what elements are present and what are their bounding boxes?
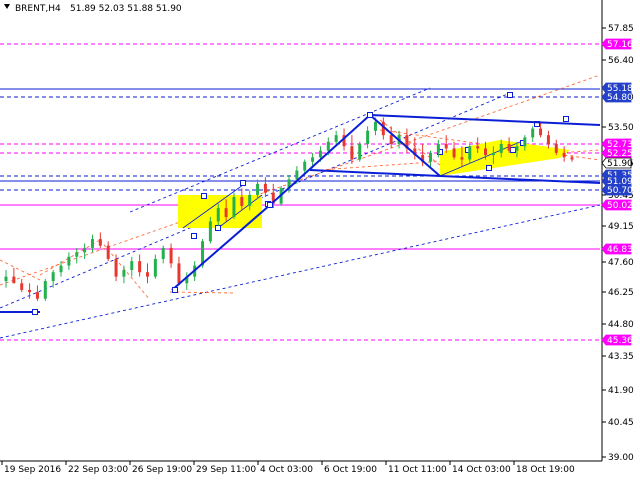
price-tag-label: 52.25 [607,149,633,159]
candle [43,278,47,301]
y-tick-label: 47.60 [608,258,634,268]
price-chart[interactable]: BRENT,H4 51.89 52.03 51.88 51.90 57.85 56… [0,0,640,480]
x-tick-label: 29 Sep 11:00 [196,465,256,475]
price-tag: 51.90 [601,157,633,169]
wave-marker [267,202,273,208]
y-tick-label: 41.90 [608,386,634,396]
price-tag: 54.80 [601,91,633,103]
price-tag-label: 45.36 [607,336,633,346]
y-tick-label: 49.15 [608,222,634,232]
price-tag-label: 57.16 [607,40,633,50]
price-tag: 52.25 [601,147,633,159]
candle [358,141,362,162]
y-tick-label: 53.50 [608,123,634,133]
y-tick-label: 57.85 [608,24,634,34]
wave-marker [510,147,516,153]
price-tag: 50.02 [601,199,633,211]
wave-marker [240,180,246,186]
wave-marker [563,116,569,122]
price-tag: 46.83 [601,243,633,255]
wave-marker [32,309,38,315]
y-tick-label: 46.25 [608,288,634,298]
x-tick-label: 6 Oct 19:00 [324,465,377,475]
y-tick-label: 40.45 [608,418,634,428]
ohlc-values: 51.89 52.03 51.88 51.90 [70,4,182,14]
y-tick-label: 43.35 [608,352,634,362]
wave-marker [201,193,207,199]
wave-marker [367,112,373,118]
wave-marker [172,287,178,293]
price-tag: 45.36 [601,334,633,346]
x-tick-label: 4 Oct 03:00 [260,465,313,475]
wave-marker [486,165,492,171]
wave-marker [191,233,197,239]
y-tick-label: 39.00 [608,453,634,463]
x-tick-label: 19 Sep 2016 [4,465,61,475]
wave-marker [215,225,221,231]
price-tag-label: 46.83 [607,245,633,255]
wave-marker [507,92,513,98]
y-tick-label: 56.40 [608,56,634,66]
price-tag: 50.70 [601,184,633,196]
price-tag: 57.16 [601,38,633,50]
symbol-label: BRENT,H4 [15,4,61,14]
x-tick-label: 26 Sep 19:00 [132,465,192,475]
price-tag-label: 50.70 [607,186,633,196]
x-tick-label: 14 Oct 03:00 [452,465,511,475]
price-tag-label: 54.80 [607,93,633,103]
chart-background [0,0,640,480]
x-tick-label: 11 Oct 11:00 [388,465,447,475]
price-tag-label: 50.02 [607,201,633,211]
y-tick-label: 44.80 [608,320,634,330]
price-tag-label: 51.90 [607,159,633,169]
x-tick-label: 18 Oct 19:00 [516,465,575,475]
x-tick-label: 22 Sep 03:00 [68,465,128,475]
